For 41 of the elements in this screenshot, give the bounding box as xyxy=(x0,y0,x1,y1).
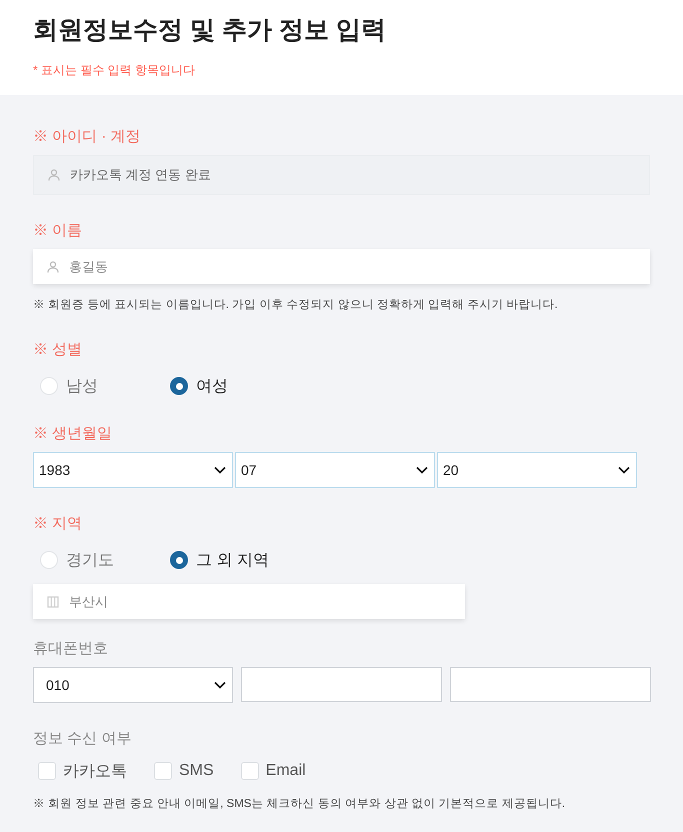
chevron-down-icon xyxy=(416,466,428,474)
building-icon xyxy=(47,596,59,608)
checkbox[interactable] xyxy=(154,762,172,780)
date-select[interactable]: 07 xyxy=(235,452,435,488)
text-field[interactable]: 부산시 xyxy=(33,584,465,619)
text-field[interactable]: 홍길동 xyxy=(33,249,650,284)
radio-button[interactable] xyxy=(170,551,188,569)
field-value: 카카오톡 계정 연동 완료 xyxy=(70,166,211,184)
page-title: 회원정보수정 및 추가 정보 입력 xyxy=(33,15,387,46)
help-text: ※ 회원증 등에 표시되는 이름입니다. 가입 이후 수정되지 않으니 정확하게 입력해 주시기 바랍니다. xyxy=(33,298,558,313)
required-note: * 표시는 필수 입력 항목입니다 xyxy=(33,62,196,79)
option-label[interactable]: 그 외 지역 xyxy=(196,550,269,570)
field-label: ※ 지역 xyxy=(33,514,82,534)
field-value: 홍길동 xyxy=(69,258,108,276)
field-value: 부산시 xyxy=(69,592,108,610)
phone-prefix-select[interactable]: 010 xyxy=(33,667,233,703)
user-icon xyxy=(47,260,59,272)
option-label[interactable]: 여성 xyxy=(196,376,228,396)
radio-button[interactable] xyxy=(170,377,188,395)
phone-input-field[interactable] xyxy=(241,667,442,702)
field-label: 휴대폰번호 xyxy=(33,639,108,659)
option-label[interactable]: SMS xyxy=(179,762,214,780)
field-label: ※ 이름 xyxy=(33,221,82,241)
option-label[interactable]: Email xyxy=(266,762,306,780)
date-select[interactable]: 1983 xyxy=(33,452,233,488)
checkbox[interactable] xyxy=(38,762,56,780)
field-label: ※ 아이디 · 계정 xyxy=(33,127,140,147)
chevron-down-icon xyxy=(214,681,226,689)
option-label[interactable]: 남성 xyxy=(66,376,98,396)
chevron-down-icon xyxy=(618,466,630,474)
phone-input-field[interactable] xyxy=(450,667,651,702)
date-select[interactable]: 20 xyxy=(437,452,637,488)
field-label: ※ 성별 xyxy=(33,340,82,360)
checkbox[interactable] xyxy=(240,762,259,780)
help-text: ※ 회원 정보 관련 중요 안내 이메일, SMS는 체크하신 동의 여부와 상관 없이 기본적으로 제공됩니다. xyxy=(33,797,566,812)
user-icon xyxy=(48,169,60,181)
option-label[interactable]: 경기도 xyxy=(66,550,114,570)
field-label: ※ 생년월일 xyxy=(33,424,112,444)
chevron-down-icon xyxy=(214,466,226,474)
option-label[interactable]: 카카오톡 xyxy=(63,760,127,782)
field-label: 정보 수신 여부 xyxy=(33,729,132,749)
